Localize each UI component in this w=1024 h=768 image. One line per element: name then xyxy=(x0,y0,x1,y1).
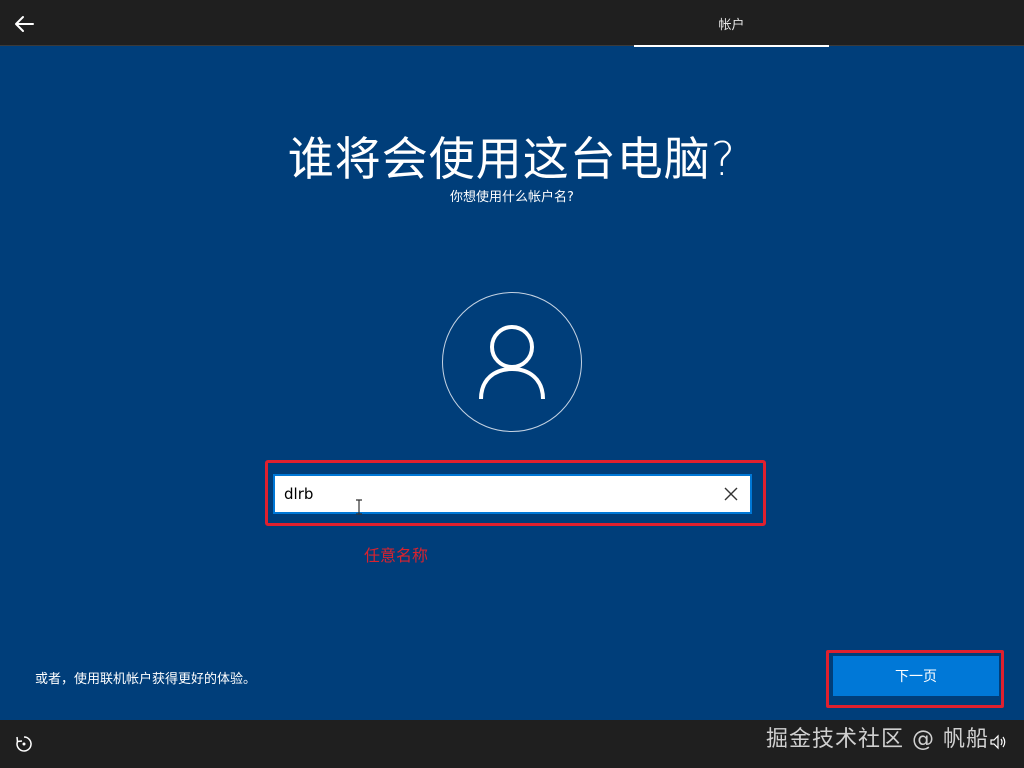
volume-button[interactable] xyxy=(989,733,1009,753)
page-title: 谁将会使用这台电脑? xyxy=(287,132,737,186)
next-button[interactable]: 下一页 xyxy=(833,656,999,696)
ease-of-access-button[interactable] xyxy=(14,734,34,754)
username-field[interactable] xyxy=(273,474,752,514)
page-subtitle: 你想使用什么帐户名? xyxy=(450,190,574,205)
tab-account: 帐户 xyxy=(634,0,829,47)
volume-icon xyxy=(990,734,1006,750)
top-bar: 帐户 xyxy=(0,0,1024,47)
watermark: 掘金技术社区 @ 帆船 xyxy=(766,727,989,752)
ease-of-access-icon xyxy=(16,736,32,752)
text-cursor-icon xyxy=(356,499,362,515)
online-account-link[interactable]: 或者，使用联机帐户获得更好的体验。 xyxy=(35,668,256,687)
username-input[interactable] xyxy=(275,476,712,512)
user-icon xyxy=(479,325,545,400)
annotation-label: 任意名称 xyxy=(364,546,429,565)
back-button[interactable] xyxy=(8,8,40,40)
back-arrow-icon xyxy=(15,16,34,32)
avatar xyxy=(442,292,582,432)
clear-button[interactable] xyxy=(712,476,750,512)
close-icon xyxy=(724,487,738,501)
main-panel: 谁将会使用这台电脑? 你想使用什么帐户名? 任意名称 或者，使用联机帐户获得更好… xyxy=(0,47,1024,720)
tab-account-label: 帐户 xyxy=(718,17,745,33)
